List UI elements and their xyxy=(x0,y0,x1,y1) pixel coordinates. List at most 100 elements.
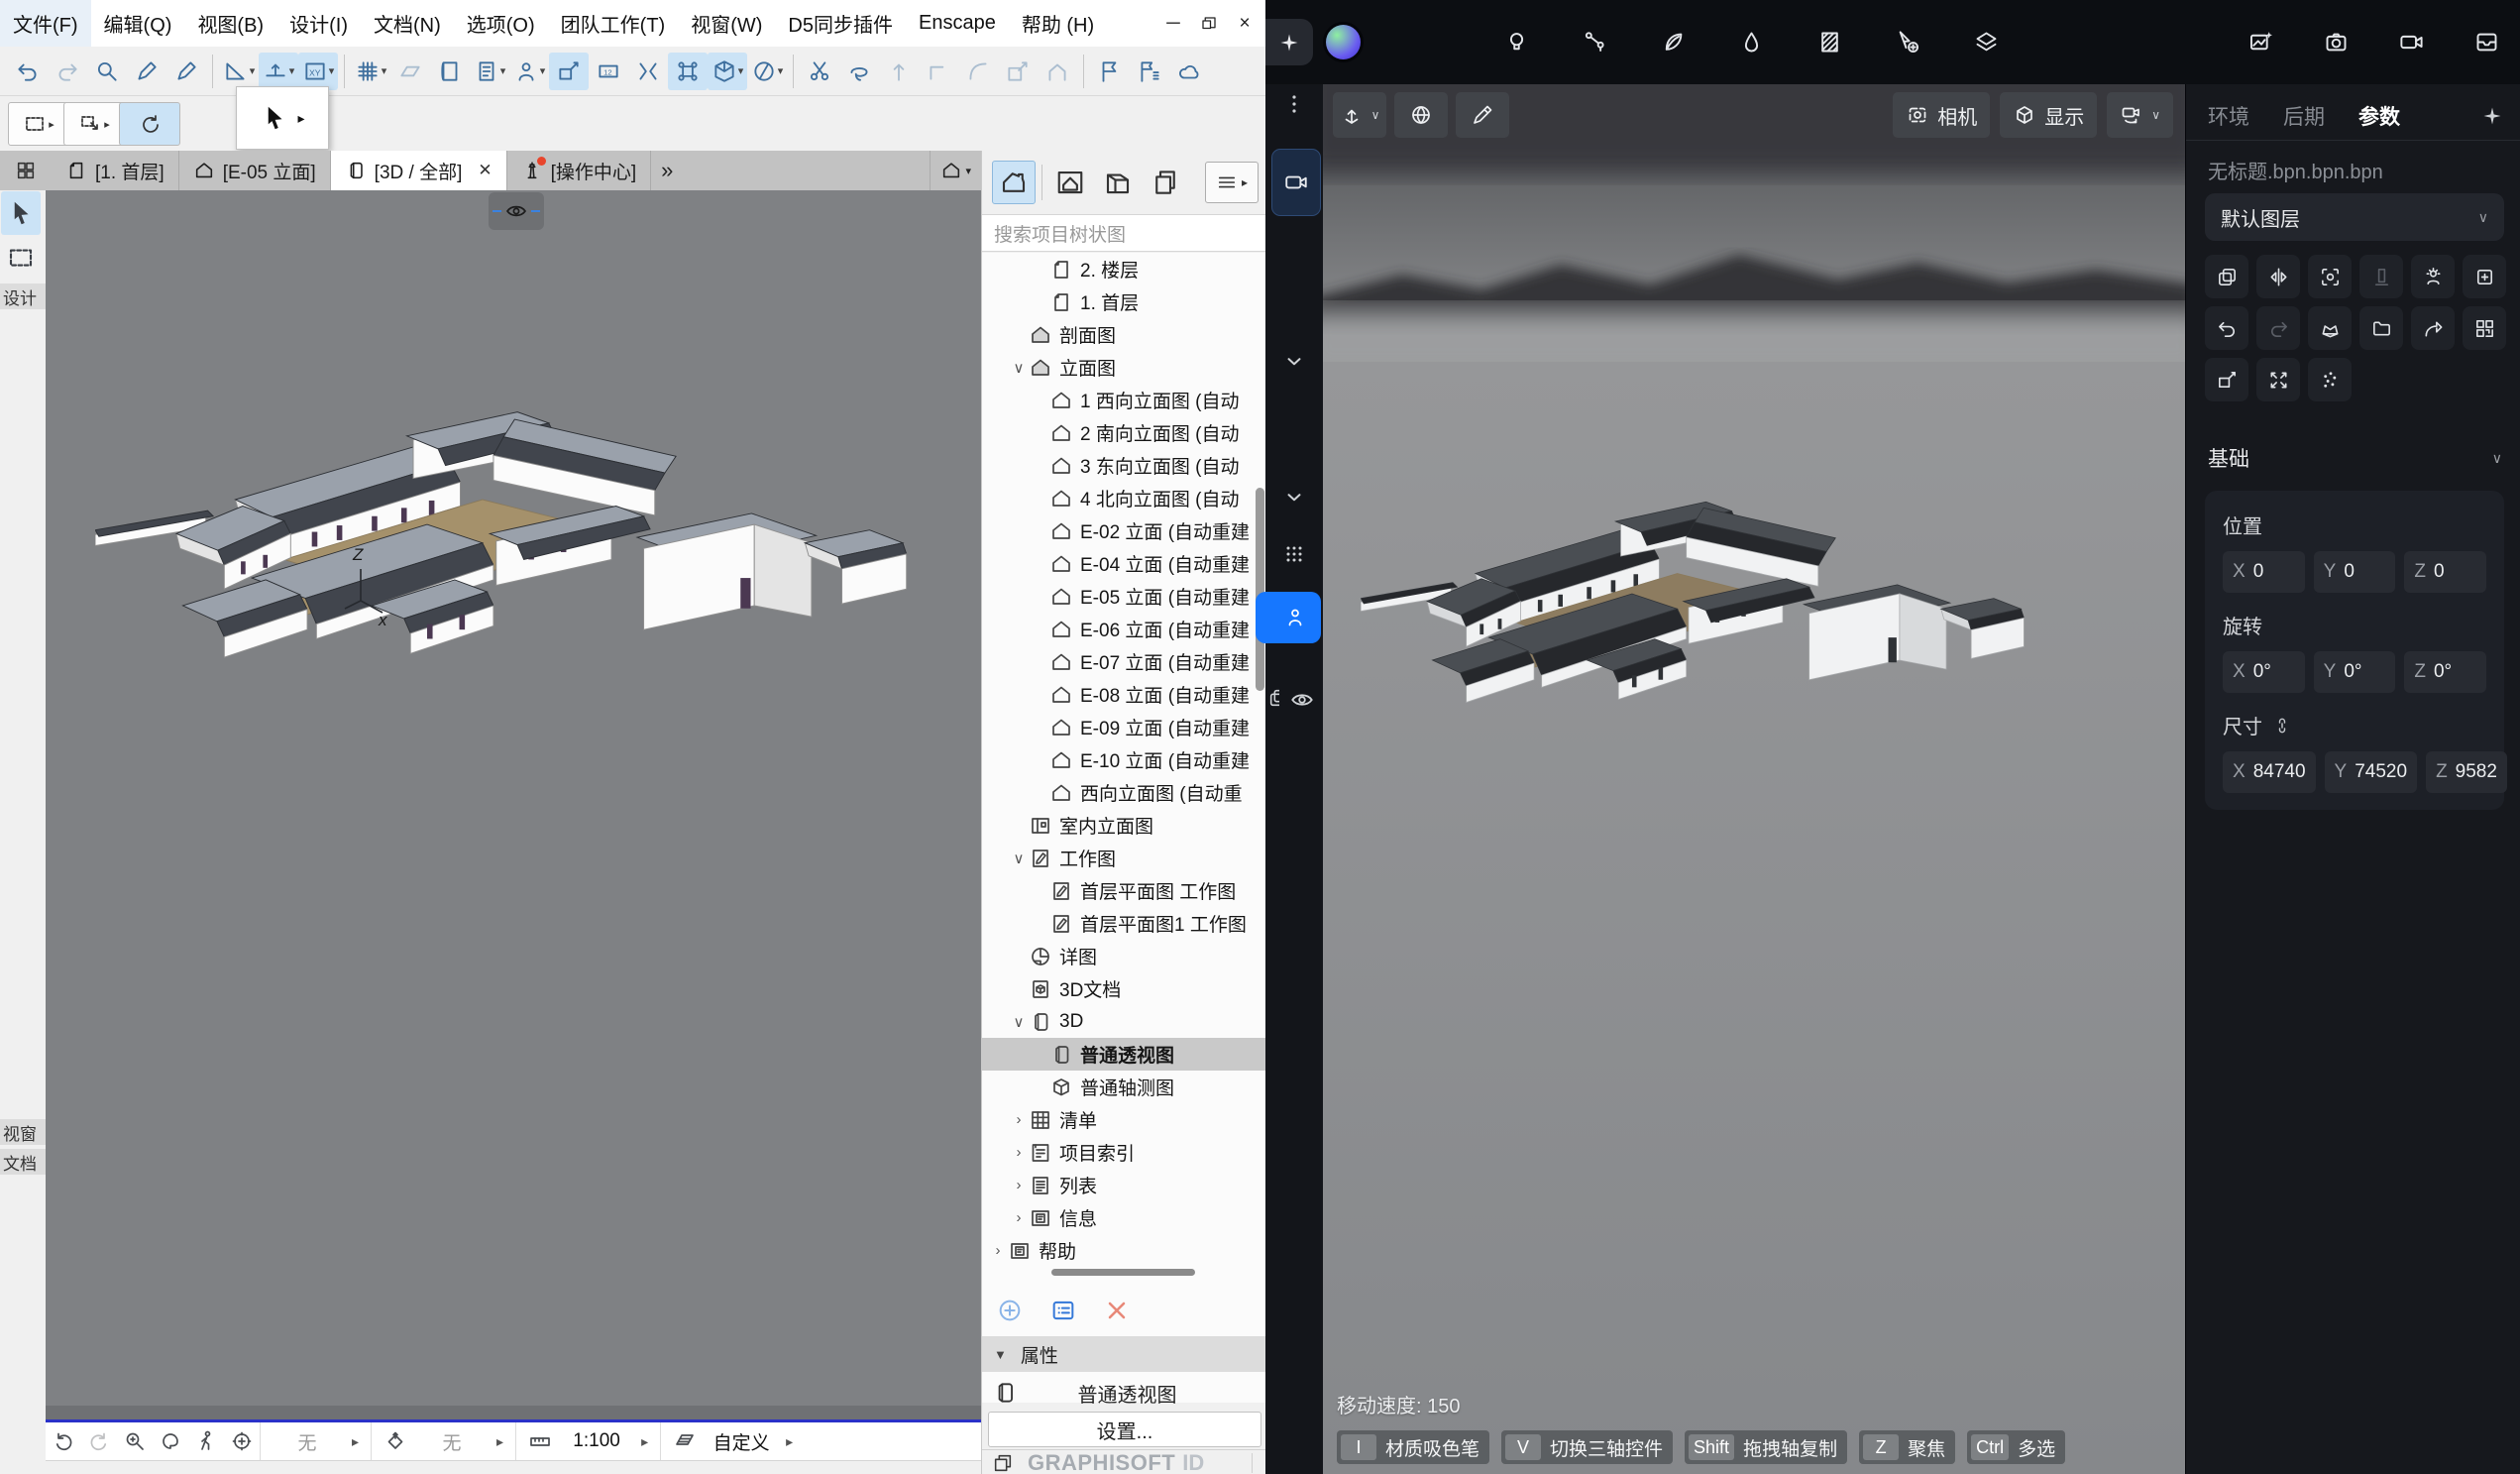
viewpoint-settings-button[interactable] xyxy=(1049,1297,1077,1324)
transform-input[interactable]: Y0° xyxy=(2314,651,2396,693)
menu-item[interactable]: 设计(I) xyxy=(276,0,361,47)
menu-item[interactable]: 团队工作(T) xyxy=(548,0,679,47)
d5-viewport[interactable]: ∨ 相机显示∨ 移动速度: 150 I材质吸色笔V切换三轴控件Shift拖拽轴复… xyxy=(1323,84,2185,1474)
d5-building-model[interactable] xyxy=(1361,411,2054,736)
tree-item[interactable]: 首层平面图 工作图 xyxy=(982,874,1266,907)
morph-tool[interactable] xyxy=(1,849,41,892)
tree-item[interactable]: ›列表 xyxy=(982,1169,1266,1201)
orbit-button[interactable] xyxy=(153,1429,188,1453)
place-asset-icon[interactable] xyxy=(1895,29,1921,56)
camera-panel-button[interactable]: 相机 xyxy=(1893,92,1990,138)
pillar-button[interactable] xyxy=(2359,255,2403,298)
undo-button[interactable] xyxy=(8,53,48,90)
view-tab[interactable]: [3D / 全部]✕ xyxy=(331,151,507,190)
redo-button[interactable] xyxy=(48,53,87,90)
tree-item[interactable]: E-10 立面 (自动重建 xyxy=(982,743,1266,776)
tab-overflow-button[interactable]: » xyxy=(651,151,683,190)
nature-icon[interactable] xyxy=(1660,29,1687,56)
fit-in-window-button[interactable] xyxy=(224,1429,260,1453)
elevate-button[interactable] xyxy=(879,53,919,90)
tree-item[interactable]: ∨3D xyxy=(982,1005,1266,1038)
material-button[interactable] xyxy=(2308,306,2352,350)
scatter-button[interactable] xyxy=(2308,358,2352,401)
layout-tool-button[interactable]: ▾ xyxy=(470,53,509,90)
export-button[interactable] xyxy=(2411,306,2455,350)
toolbox-section-label[interactable]: 视窗 xyxy=(0,1119,46,1145)
menu-item[interactable]: D5同步插件 xyxy=(775,0,906,47)
tree-item[interactable]: E-02 立面 (自动重建 xyxy=(982,514,1266,547)
tree-search-input[interactable]: 搜索项目树状图 xyxy=(982,214,1266,252)
find-select-button[interactable] xyxy=(87,53,127,90)
zoom-in-button[interactable] xyxy=(117,1429,153,1453)
restore-button[interactable] xyxy=(1194,9,1224,39)
tree-item[interactable]: 3 东向立面图 (自动 xyxy=(982,449,1266,482)
transform-input[interactable]: Z0° xyxy=(2404,651,2486,693)
wall-tool[interactable] xyxy=(1,313,41,357)
properties-header[interactable]: ▼ 属性 xyxy=(982,1336,1266,1372)
tree-item[interactable]: 室内立面图 xyxy=(982,809,1266,842)
path-icon[interactable] xyxy=(1582,29,1608,56)
toolbox-section-label[interactable]: 设计 xyxy=(0,283,46,309)
window-tool[interactable] xyxy=(1,759,41,803)
close-button[interactable]: × xyxy=(1230,9,1260,39)
account-orb[interactable] xyxy=(1326,25,1361,59)
favorites-button[interactable] xyxy=(430,53,470,90)
column-tool[interactable] xyxy=(1,358,41,401)
tree-item[interactable]: 详图 xyxy=(982,940,1266,972)
transform-input[interactable]: X0 xyxy=(2223,551,2305,593)
undo-button[interactable] xyxy=(2205,306,2248,350)
layout-book-button[interactable] xyxy=(1096,161,1140,204)
selection-mode-button[interactable]: ▸ xyxy=(63,102,125,146)
view-map-button[interactable] xyxy=(1048,161,1092,204)
pick-parameters-button[interactable] xyxy=(127,53,166,90)
editing-plane-button[interactable] xyxy=(390,53,430,90)
marquee-tool[interactable] xyxy=(1,236,41,280)
navigator-menu-button[interactable]: ▸ xyxy=(1205,162,1259,203)
transform-input[interactable]: X0° xyxy=(2223,651,2305,693)
minimize-button[interactable]: ─ xyxy=(1158,9,1188,39)
render-video-icon[interactable] xyxy=(2398,29,2425,56)
tree-item[interactable]: 1 西向立面图 (自动 xyxy=(982,384,1266,416)
transform-input[interactable]: Y74520 xyxy=(2325,751,2418,793)
section-tool-button[interactable]: ▾ xyxy=(747,53,787,90)
ai-assistant-button[interactable] xyxy=(1265,19,1313,65)
inject-parameters-button[interactable] xyxy=(166,53,206,90)
tree-item[interactable]: ∨工作图 xyxy=(982,842,1266,874)
chevron-down-icon[interactable] xyxy=(1265,350,1323,372)
tree-item[interactable]: ›清单 xyxy=(982,1103,1266,1136)
panel-tab-环境[interactable]: 环境 xyxy=(2208,101,2249,131)
tree-item[interactable]: 西向立面图 (自动重 xyxy=(982,776,1266,809)
skylight-tool[interactable] xyxy=(1,804,41,848)
view-tab[interactable]: [操作中心] xyxy=(507,151,652,190)
tree-item[interactable]: 1. 首层 xyxy=(982,285,1266,318)
shell-tool[interactable] xyxy=(1,536,41,580)
tree-item[interactable]: E-04 立面 (自动重建 xyxy=(982,547,1266,580)
arrow-tool[interactable] xyxy=(1,191,41,235)
markup-flag-button[interactable] xyxy=(1090,53,1130,90)
tree-item[interactable]: 剖面图 xyxy=(982,318,1266,351)
grid-snap-button[interactable]: ▾ xyxy=(351,53,390,90)
tree-scrollbar[interactable] xyxy=(1256,488,1264,691)
tab-overview-button[interactable] xyxy=(0,151,52,190)
lamp-tool[interactable] xyxy=(1,938,41,981)
add-group-button[interactable] xyxy=(2463,255,2506,298)
tree-item[interactable]: ›信息 xyxy=(982,1201,1266,1234)
adjust-button[interactable] xyxy=(839,53,879,90)
offset-button[interactable] xyxy=(998,53,1038,90)
door-tool[interactable] xyxy=(1,715,41,758)
virtual-trace-eye-button[interactable] xyxy=(489,192,544,230)
project-map-button[interactable] xyxy=(992,161,1036,204)
tree-item[interactable]: 3D文档 xyxy=(982,972,1266,1005)
tree-item[interactable]: ∨立面图 xyxy=(982,351,1266,384)
tree-item[interactable]: 首层平面图1 工作图 xyxy=(982,907,1266,940)
show-3d-button[interactable]: ▾ xyxy=(708,53,747,90)
tracker-coordinates-button[interactable]: XY▾ xyxy=(298,53,338,90)
walk-mode-button[interactable] xyxy=(188,1429,224,1453)
transform-input[interactable]: X84740 xyxy=(2223,751,2316,793)
tree-item[interactable]: E-06 立面 (自动重建 xyxy=(982,613,1266,645)
intersect-button[interactable] xyxy=(919,53,958,90)
tree-item[interactable]: 2 南向立面图 (自动 xyxy=(982,416,1266,449)
menu-item[interactable]: Enscape xyxy=(906,0,1009,47)
snapshot-icon[interactable] xyxy=(2323,29,2350,56)
redo-button[interactable] xyxy=(2256,306,2300,350)
